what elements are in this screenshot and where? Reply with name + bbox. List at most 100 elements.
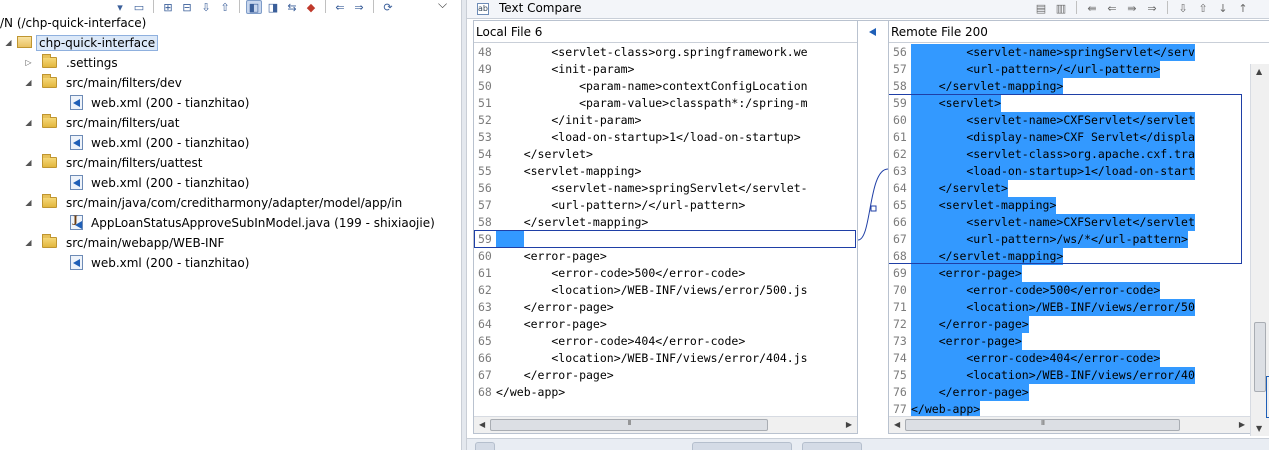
code-line[interactable]: 70 <error-code>500</error-code> [889,282,1161,299]
tree-item-label[interactable]: src/main/java/com/creditharmony/adapter/… [64,195,404,211]
scroll-down-icon[interactable]: ▼ [1256,424,1262,433]
scroll-thumb[interactable] [1254,322,1266,392]
tree-row[interactable]: ◢ src/main/filters/uat [0,113,461,133]
code-line[interactable]: 73 <error-page> [889,333,1022,350]
collapse-all-icon[interactable]: ⊟ [179,0,195,14]
copy-current-right-icon[interactable]: ⇒ [1144,1,1160,15]
tree-item-label[interactable]: src/main/filters/dev [64,75,184,91]
code-line[interactable]: 55 <servlet-mapping> [474,163,641,180]
conflicts-mode-icon[interactable]: ◆ [303,0,319,14]
remote-horizontal-scrollbar[interactable]: ◀ ▶ [889,416,1250,433]
copy-all-right-icon[interactable]: ⇛ [1124,1,1140,15]
copy-all-left-icon[interactable]: ⇚ [1084,1,1100,15]
tree-item-label[interactable]: .settings [64,55,120,71]
tree-row[interactable]: web.xml (200 - tianzhitao) [0,253,461,273]
code-line[interactable]: 77 </web-app> [889,401,981,416]
tree-item-label[interactable]: AppLoanStatusApproveSubInModel.java (199… [89,215,437,231]
expanded-arrow-icon[interactable]: ◢ [24,198,33,207]
expanded-arrow-icon[interactable]: ◢ [24,238,33,247]
tree-row[interactable]: web.xml (200 - tianzhitao) [0,173,461,193]
code-line[interactable]: 74 <error-code>404</error-code> [889,350,1161,367]
tree-item-label[interactable]: src/main/filters/uattest [64,155,205,171]
code-line[interactable]: 67 </error-page> [474,367,614,384]
code-line[interactable]: 51 <param-value>classpath*:/spring-m [474,95,808,112]
tree-row[interactable]: AppLoanStatusApproveSubInModel.java (199… [0,213,461,233]
tree-item-label[interactable]: web.xml (200 - tianzhitao) [89,175,251,191]
remote-file-text[interactable]: 56 <servlet-name>springServlet</serv 57 <… [889,44,1269,416]
expanded-arrow-icon[interactable]: ◢ [24,118,33,127]
remote-file-pane[interactable]: Remote File 200 56 <servlet-name>springS… [888,20,1269,436]
code-line[interactable]: 72 </error-page> [889,316,1029,333]
code-line[interactable]: 66 <location>/WEB-INF/views/error/404.js [474,350,808,367]
code-line[interactable]: 65 <error-code>404</error-code> [474,333,745,350]
local-file-pane[interactable]: Local File 6 48 <servlet-class>org.sprin… [473,20,858,434]
tree-row[interactable]: ◢ src/main/java/com/creditharmony/adapte… [0,193,461,213]
next-difference-icon[interactable]: ⇩ [1175,1,1191,15]
tree-row[interactable]: ◢ chp-quick-interface [0,33,461,53]
code-line[interactable]: 68 </web-app> [474,384,565,401]
code-line[interactable]: 56 <servlet-name>springServlet</servlet- [474,180,808,197]
code-line[interactable]: 52 </init-param> [474,112,641,129]
code-line[interactable]: 62 <location>/WEB-INF/views/error/500.js [474,282,808,299]
pin-icon[interactable]: ▭ [131,0,147,14]
code-line[interactable]: 58 </servlet-mapping> [889,78,1064,95]
code-line[interactable]: 50 <param-name>contextConfigLocation [474,78,808,95]
scroll-up-icon[interactable]: ▲ [1256,67,1262,76]
update-icon[interactable]: ⇐ [332,0,348,14]
code-line[interactable]: 49 <init-param> [474,61,634,78]
scroll-right-icon[interactable]: ▶ [1239,420,1245,429]
code-line[interactable]: 57 <url-pattern>/</url-pattern> [474,197,745,214]
tree-row[interactable]: ◢ src/main/filters/uattest [0,153,461,173]
previous-difference-icon[interactable]: ⇧ [217,0,233,14]
commit-icon[interactable]: ⇒ [351,0,367,14]
scroll-thumb[interactable] [905,419,1180,431]
tree-item-label[interactable]: src/main/webapp/WEB-INF [64,235,226,251]
expanded-arrow-icon[interactable]: ◢ [24,158,33,167]
view-tab[interactable] [475,442,495,450]
scroll-right-icon[interactable]: ▶ [846,420,852,429]
tree-row[interactable]: ◢ src/main/webapp/WEB-INF [0,233,461,253]
collapsed-arrow-icon[interactable]: ▷ [24,58,33,67]
code-line[interactable]: 75 <location>/WEB-INF/views/error/40 [889,367,1195,384]
code-line[interactable]: 69 <error-page> [889,265,1022,282]
code-line[interactable]: 71 <location>/WEB-INF/views/error/50 [889,299,1195,316]
code-line[interactable]: 61 <error-code>500</error-code> [474,265,745,282]
code-line[interactable]: 60 <error-page> [474,248,607,265]
expanded-arrow-icon[interactable]: ◢ [4,38,13,47]
mode-dropdown-icon[interactable]: ▾ [112,0,128,14]
tree-item-label[interactable]: web.xml (200 - tianzhitao) [89,95,251,111]
local-file-text[interactable]: 48 <servlet-class>org.springframework.we… [474,44,857,416]
scroll-thumb[interactable] [490,419,768,431]
tree-item-label[interactable]: chp-quick-interface [36,35,159,51]
code-line[interactable]: 57 <url-pattern>/</url-pattern> [889,61,1161,78]
tree-row[interactable]: ▷ .settings [0,53,461,73]
code-line[interactable]: 53 <load-on-startup>1</load-on-startup> [474,129,801,146]
synchronize-icon[interactable]: ⟳ [380,0,396,14]
code-line[interactable]: 64 <error-page> [474,316,607,333]
tree-row[interactable]: web.xml (200 - tianzhitao) [0,133,461,153]
previous-change-icon[interactable]: ↑ [1235,1,1251,15]
tree-item-label[interactable]: src/main/filters/uat [64,115,181,131]
code-line[interactable]: 58 </servlet-mapping> [474,214,648,231]
both-modes-icon[interactable]: ⇆ [284,0,300,14]
view-menu-icon[interactable]: ⌵ [438,0,447,12]
outgoing-mode-icon[interactable]: ◨ [265,0,281,14]
ancestor-pane-icon[interactable]: ▤ [1033,1,1049,15]
ignore-whitespace-icon[interactable]: ▥ [1053,1,1069,15]
local-horizontal-scrollbar[interactable]: ◀ ▶ [474,416,857,433]
copy-current-left-icon[interactable]: ⇐ [1104,1,1120,15]
code-line[interactable]: 63 </error-page> [474,299,614,316]
code-line[interactable]: 56 <servlet-name>springServlet</serv [889,44,1195,61]
view-tab[interactable] [692,442,792,450]
code-line[interactable]: 48 <servlet-class>org.springframework.we [474,44,808,61]
scroll-left-icon[interactable]: ◀ [894,420,900,429]
code-line[interactable]: 76 </error-page> [889,384,1029,401]
previous-difference-icon[interactable]: ⇧ [1195,1,1211,15]
vertical-scrollbar[interactable]: ▲ ▼ [1250,64,1269,436]
tree-item-label[interactable]: web.xml (200 - tianzhitao) [89,255,251,271]
tree-item-label[interactable]: web.xml (200 - tianzhitao) [89,135,251,151]
code-line[interactable]: 54 </servlet> [474,146,593,163]
view-tab[interactable] [802,442,862,450]
next-difference-icon[interactable]: ⇩ [198,0,214,14]
expand-all-icon[interactable]: ⊞ [160,0,176,14]
